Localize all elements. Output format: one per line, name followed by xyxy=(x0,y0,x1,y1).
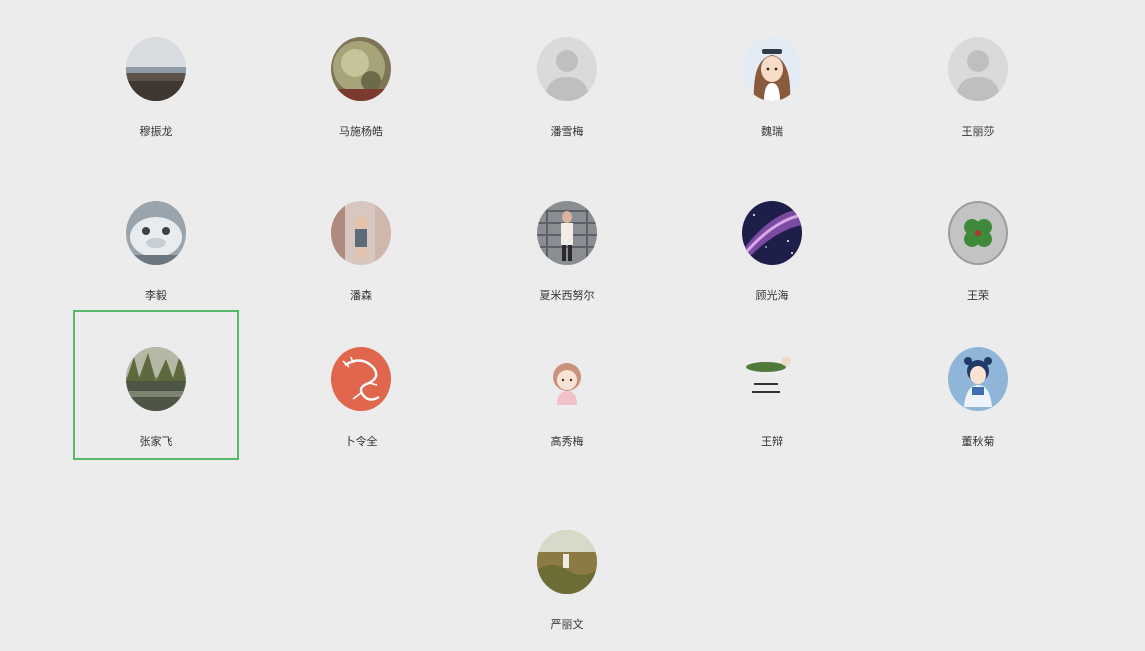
child-photo-avatar xyxy=(331,201,391,265)
pickle-calligraphy-avatar xyxy=(742,347,802,411)
member-name: 李毅 xyxy=(145,289,167,302)
member-name: 董秋菊 xyxy=(961,435,995,448)
member-card[interactable]: 穆振龙 xyxy=(73,0,239,150)
member-name: 王荣 xyxy=(967,289,989,302)
member-card[interactable]: 张家飞 xyxy=(73,310,239,460)
galaxy-photo-avatar xyxy=(742,201,802,265)
member-card[interactable]: 严丽文 xyxy=(484,493,650,643)
snow-sculpture-photo-avatar xyxy=(126,201,186,265)
member-card[interactable]: 李毅 xyxy=(73,164,239,314)
member-card[interactable]: 卜令全 xyxy=(278,310,444,460)
member-name: 卜令全 xyxy=(344,435,378,448)
member-name: 潘雪梅 xyxy=(550,125,584,138)
member-card[interactable]: 王荣 xyxy=(895,164,1061,314)
member-card[interactable]: 顾光海 xyxy=(689,164,855,314)
member-name: 顾光海 xyxy=(755,289,789,302)
member-card[interactable]: 夏米西努尔 xyxy=(484,164,650,314)
green-stone-photo-avatar xyxy=(331,37,391,101)
seaside-photo-avatar xyxy=(126,37,186,101)
member-card[interactable]: 潘森 xyxy=(278,164,444,314)
member-card[interactable]: 董秋菊 xyxy=(895,310,1061,460)
member-name: 王辩 xyxy=(761,435,783,448)
member-card[interactable]: 王辩 xyxy=(689,310,855,460)
member-card[interactable]: 高秀梅 xyxy=(484,310,650,460)
member-grid: 穆振龙 马施杨皓 潘雪梅 魏瑞 王丽莎 李毅 潘森 夏米西努尔 顾光海 王荣 张… xyxy=(0,0,1145,651)
member-name: 严丽文 xyxy=(550,618,584,631)
member-card[interactable]: 王丽莎 xyxy=(895,0,1061,150)
member-card[interactable]: 马施杨皓 xyxy=(278,0,444,150)
orange-dragon-avatar xyxy=(331,347,391,411)
member-card[interactable]: 魏瑞 xyxy=(689,0,855,150)
member-name: 高秀梅 xyxy=(550,435,584,448)
member-name: 王丽莎 xyxy=(961,125,995,138)
member-name: 马施杨皓 xyxy=(339,125,383,138)
cartoon-girl-avatar xyxy=(742,37,802,101)
default-person-avatar xyxy=(948,37,1008,101)
member-name: 潘森 xyxy=(350,289,372,302)
person-by-wall-photo-avatar xyxy=(537,201,597,265)
member-name: 魏瑞 xyxy=(761,125,783,138)
forest-pond-photo-avatar xyxy=(126,347,186,411)
anime-girl-blue-avatar xyxy=(948,347,1008,411)
default-person-avatar xyxy=(537,37,597,101)
cartoon-girl-pink-avatar xyxy=(537,347,597,411)
field-photo-avatar xyxy=(537,530,597,594)
four-leaf-clover-avatar xyxy=(948,201,1008,265)
member-name: 穆振龙 xyxy=(139,125,173,138)
member-card[interactable]: 潘雪梅 xyxy=(484,0,650,150)
member-name: 夏米西努尔 xyxy=(539,289,595,302)
member-name: 张家飞 xyxy=(139,435,173,448)
